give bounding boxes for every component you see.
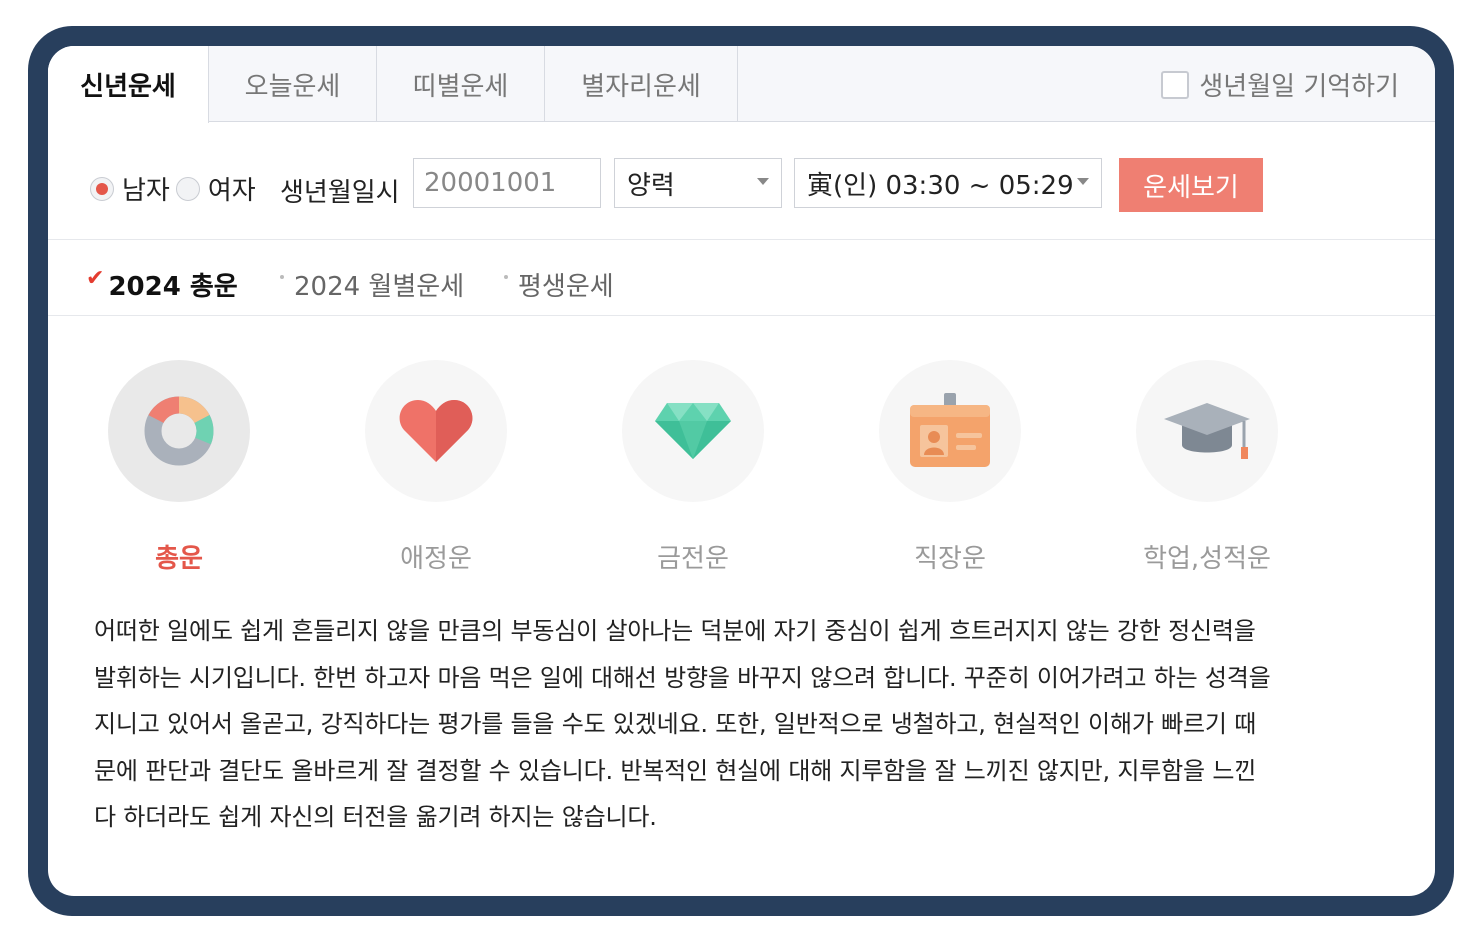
chevron-down-icon <box>1077 178 1089 185</box>
description-line: 발휘하는 시기입니다. 한번 하고자 마음 먹은 일에 대해선 방향을 바꾸지 … <box>94 663 1271 692</box>
subtab-2024-monthly[interactable]: 2024 월별운세 <box>280 266 464 303</box>
tab-new-year-fortune[interactable]: 신년운세 <box>48 46 209 123</box>
tab-today-fortune[interactable]: 오늘운세 <box>209 46 377 122</box>
tab-horoscope-fortune[interactable]: 별자리운세 <box>545 46 738 122</box>
birth-info-form: 남자 여자 생년월일시 양력 寅(인) 03:30 ~ 05:29 운세보기 <box>48 122 1435 240</box>
remember-checkbox[interactable] <box>1161 70 1190 99</box>
category-study[interactable]: 학업,성적운 <box>1107 360 1307 575</box>
remember-birthdate[interactable]: 생년월일 기억하기 <box>1161 66 1399 103</box>
subtab-label: 2024 총운 <box>108 272 238 302</box>
description-line: 지니고 있어서 올곧고, 강직하다는 평가를 들을 수도 있겠네요. 또한, 일… <box>94 710 1257 738</box>
subtab-lifetime[interactable]: 평생운세 <box>504 266 614 303</box>
calendar-type-select[interactable]: 양력 <box>614 158 782 208</box>
birth-time-select[interactable]: 寅(인) 03:30 ~ 05:29 <box>794 158 1102 208</box>
tab-bar: 신년운세 오늘운세 띠별운세 별자리운세 생년월일 기억하기 <box>48 46 1435 123</box>
category-label: 직장운 <box>914 544 986 574</box>
chevron-down-icon <box>757 178 769 185</box>
category-icon-circle <box>1136 360 1278 502</box>
gender-female-label[interactable]: 여자 <box>208 170 256 207</box>
category-icon-circle <box>622 360 764 502</box>
birthdate-label: 생년월일시 <box>280 178 400 208</box>
donut-chart-icon <box>144 396 214 466</box>
diamond-icon <box>655 403 731 459</box>
bullet-icon <box>280 274 284 279</box>
fortune-panel: 신년운세 오늘운세 띠별운세 별자리운세 생년월일 기억하기 남자 여자 생년월… <box>48 46 1435 896</box>
calendar-type-value: 양력 <box>627 170 675 201</box>
category-label: 학업,성적운 <box>1143 544 1271 574</box>
subtab-label: 2024 월별운세 <box>294 272 465 302</box>
description-line: 어떠한 일에도 쉽게 흔들리지 않을 만큼의 부동심이 살아나는 덕분에 자기 … <box>94 617 1256 645</box>
remember-label: 생년월일 기억하기 <box>1199 72 1399 102</box>
category-money[interactable]: 금전운 <box>593 360 793 575</box>
birthdate-input[interactable] <box>413 158 601 208</box>
category-icon-circle <box>108 360 250 502</box>
category-career[interactable]: 직장운 <box>850 360 1050 575</box>
category-love[interactable]: 애정운 <box>336 360 536 575</box>
description-line: 다 하더라도 쉽게 자신의 터전을 옮기려 하지는 않습니다. <box>94 803 657 831</box>
id-badge-icon <box>910 393 990 467</box>
tab-zodiac-animal-fortune[interactable]: 띠별운세 <box>377 46 545 122</box>
birth-time-value: 寅(인) 03:30 ~ 05:29 <box>807 170 1074 201</box>
gender-radio-group: 남자 여자 <box>90 170 262 207</box>
gender-female-radio[interactable] <box>175 176 200 201</box>
gender-male-label[interactable]: 남자 <box>122 170 170 207</box>
category-icon-circle <box>365 360 507 502</box>
category-icon-circle <box>879 360 1021 502</box>
fortune-subtabs: ✔ 2024 총운 2024 월별운세 평생운세 <box>48 240 1435 316</box>
checkmark-icon: ✔ <box>86 266 105 291</box>
category-overall[interactable]: 총운 <box>79 360 279 575</box>
description-line: 문에 판단과 결단도 올바르게 잘 결정할 수 있습니다. 반복적인 현실에 대… <box>94 756 1257 785</box>
category-label: 총운 <box>155 544 203 574</box>
category-label: 애정운 <box>400 544 472 574</box>
fortune-description: 어떠한 일에도 쉽게 흔들리지 않을 만큼의 부동심이 살아나는 덕분에 자기 … <box>94 608 1394 841</box>
subtab-2024-overall[interactable]: ✔ 2024 총운 <box>86 266 238 303</box>
window-frame: 신년운세 오늘운세 띠별운세 별자리운세 생년월일 기억하기 남자 여자 생년월… <box>28 26 1454 916</box>
gender-male-radio[interactable] <box>90 176 114 201</box>
category-label: 금전운 <box>657 544 729 574</box>
graduation-cap-icon <box>1164 403 1250 459</box>
heart-icon <box>399 400 473 462</box>
view-fortune-button[interactable]: 운세보기 <box>1119 158 1263 212</box>
subtab-label: 평생운세 <box>518 272 614 302</box>
bullet-icon <box>504 274 508 279</box>
